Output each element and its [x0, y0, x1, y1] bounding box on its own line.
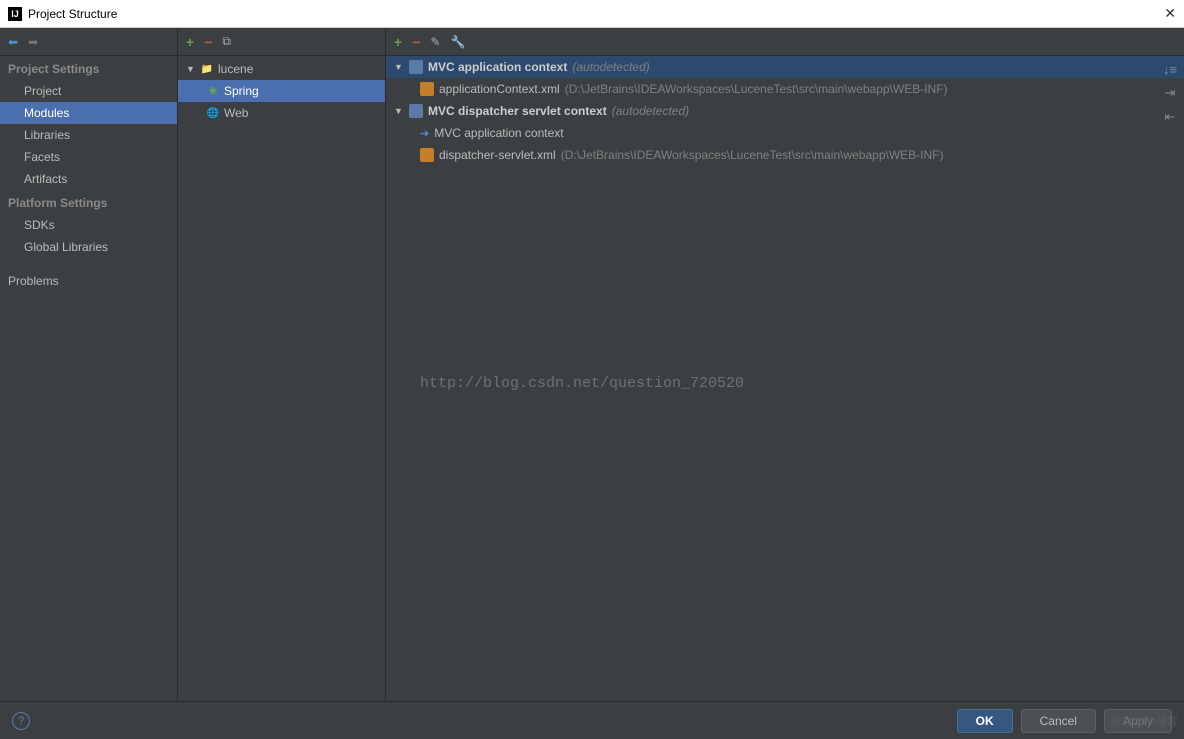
chevron-down-icon[interactable]: ▼: [186, 64, 196, 74]
module-root[interactable]: ▼ 📁 lucene: [178, 58, 385, 80]
forward-icon[interactable]: ➡: [28, 35, 38, 49]
nav-problems[interactable]: Problems: [0, 270, 177, 292]
context-title: MVC application context: [428, 60, 567, 74]
help-icon[interactable]: ?: [12, 712, 30, 730]
cancel-button[interactable]: Cancel: [1021, 709, 1096, 733]
web-icon: 🌐: [206, 106, 220, 120]
remove-icon[interactable]: −: [204, 34, 212, 50]
modules-toolbar: + − ⧉: [178, 28, 385, 56]
xml-icon: [420, 82, 434, 96]
add-icon[interactable]: +: [186, 34, 194, 50]
context-file[interactable]: applicationContext.xml (D:\JetBrains\IDE…: [386, 78, 1184, 100]
remove-context-icon[interactable]: −: [412, 34, 420, 50]
section-platform-settings: Platform Settings: [0, 190, 177, 214]
apply-button[interactable]: Apply: [1104, 709, 1172, 733]
context-icon: [409, 60, 423, 74]
main-area: ⬅ ➡ Project Settings Project Modules Lib…: [0, 28, 1184, 701]
file-path: (D:\JetBrains\IDEAWorkspaces\LuceneTest\…: [561, 148, 944, 162]
window-title: Project Structure: [28, 7, 117, 21]
context-link[interactable]: ➔ MVC application context: [386, 122, 1184, 144]
facet-spring[interactable]: ❀ Spring: [178, 80, 385, 102]
context-hint: (autodetected): [612, 104, 689, 118]
facet-label: Spring: [224, 84, 259, 98]
chevron-down-icon[interactable]: ▼: [394, 106, 404, 116]
wrench-icon[interactable]: 🔧: [450, 35, 465, 49]
detail-toolbar: + − ✎ 🔧: [386, 28, 1184, 56]
chevron-down-icon[interactable]: ▼: [394, 62, 404, 72]
facet-web[interactable]: 🌐 Web: [178, 102, 385, 124]
folder-icon: 📁: [200, 62, 214, 76]
context-file[interactable]: dispatcher-servlet.xml (D:\JetBrains\IDE…: [386, 144, 1184, 166]
back-icon[interactable]: ⬅: [8, 35, 18, 49]
sidebar: ⬅ ➡ Project Settings Project Modules Lib…: [0, 28, 178, 701]
right-gutter: ↓≡ ⇥ ⇤: [1158, 56, 1182, 125]
nav-project[interactable]: Project: [0, 80, 177, 102]
detail-panel: + − ✎ 🔧 ▼ MVC application context (autod…: [386, 28, 1184, 701]
close-icon[interactable]: ✕: [1164, 5, 1176, 22]
add-context-icon[interactable]: +: [394, 34, 402, 50]
sort-icon[interactable]: ↓≡: [1163, 62, 1177, 77]
app-icon: IJ: [8, 7, 22, 21]
context-icon: [409, 104, 423, 118]
nav-facets[interactable]: Facets: [0, 146, 177, 168]
footer: ? OK Cancel Apply: [0, 701, 1184, 739]
facet-label: Web: [224, 106, 248, 120]
nav-artifacts[interactable]: Artifacts: [0, 168, 177, 190]
edit-icon[interactable]: ✎: [430, 35, 440, 49]
modules-panel: + − ⧉ ▼ 📁 lucene ❀ Spring 🌐 Web: [178, 28, 386, 701]
expand-icon[interactable]: ⇥: [1165, 85, 1176, 101]
nav-libraries[interactable]: Libraries: [0, 124, 177, 146]
module-name: lucene: [218, 62, 253, 76]
context-header[interactable]: ▼ MVC dispatcher servlet context (autode…: [386, 100, 1184, 122]
nav-modules[interactable]: Modules: [0, 102, 177, 124]
link-name: MVC application context: [434, 126, 563, 140]
file-name: dispatcher-servlet.xml: [439, 148, 556, 162]
file-path: (D:\JetBrains\IDEAWorkspaces\LuceneTest\…: [565, 82, 948, 96]
context-header[interactable]: ▼ MVC application context (autodetected): [386, 56, 1184, 78]
titlebar: IJ Project Structure ✕: [0, 0, 1184, 28]
collapse-icon[interactable]: ⇤: [1165, 109, 1176, 125]
link-arrow-icon: ➔: [420, 127, 429, 140]
nav-global-libraries[interactable]: Global Libraries: [0, 236, 177, 258]
nav-sdks[interactable]: SDKs: [0, 214, 177, 236]
xml-icon: [420, 148, 434, 162]
context-title: MVC dispatcher servlet context: [428, 104, 607, 118]
context-list: ▼ MVC application context (autodetected)…: [386, 56, 1184, 701]
context-hint: (autodetected): [572, 60, 649, 74]
copy-icon[interactable]: ⧉: [222, 34, 231, 49]
sidebar-toolbar: ⬅ ➡: [0, 28, 177, 56]
section-project-settings: Project Settings: [0, 56, 177, 80]
file-name: applicationContext.xml: [439, 82, 560, 96]
ok-button[interactable]: OK: [957, 709, 1013, 733]
modules-tree: ▼ 📁 lucene ❀ Spring 🌐 Web: [178, 56, 385, 124]
spring-icon: ❀: [206, 84, 220, 98]
